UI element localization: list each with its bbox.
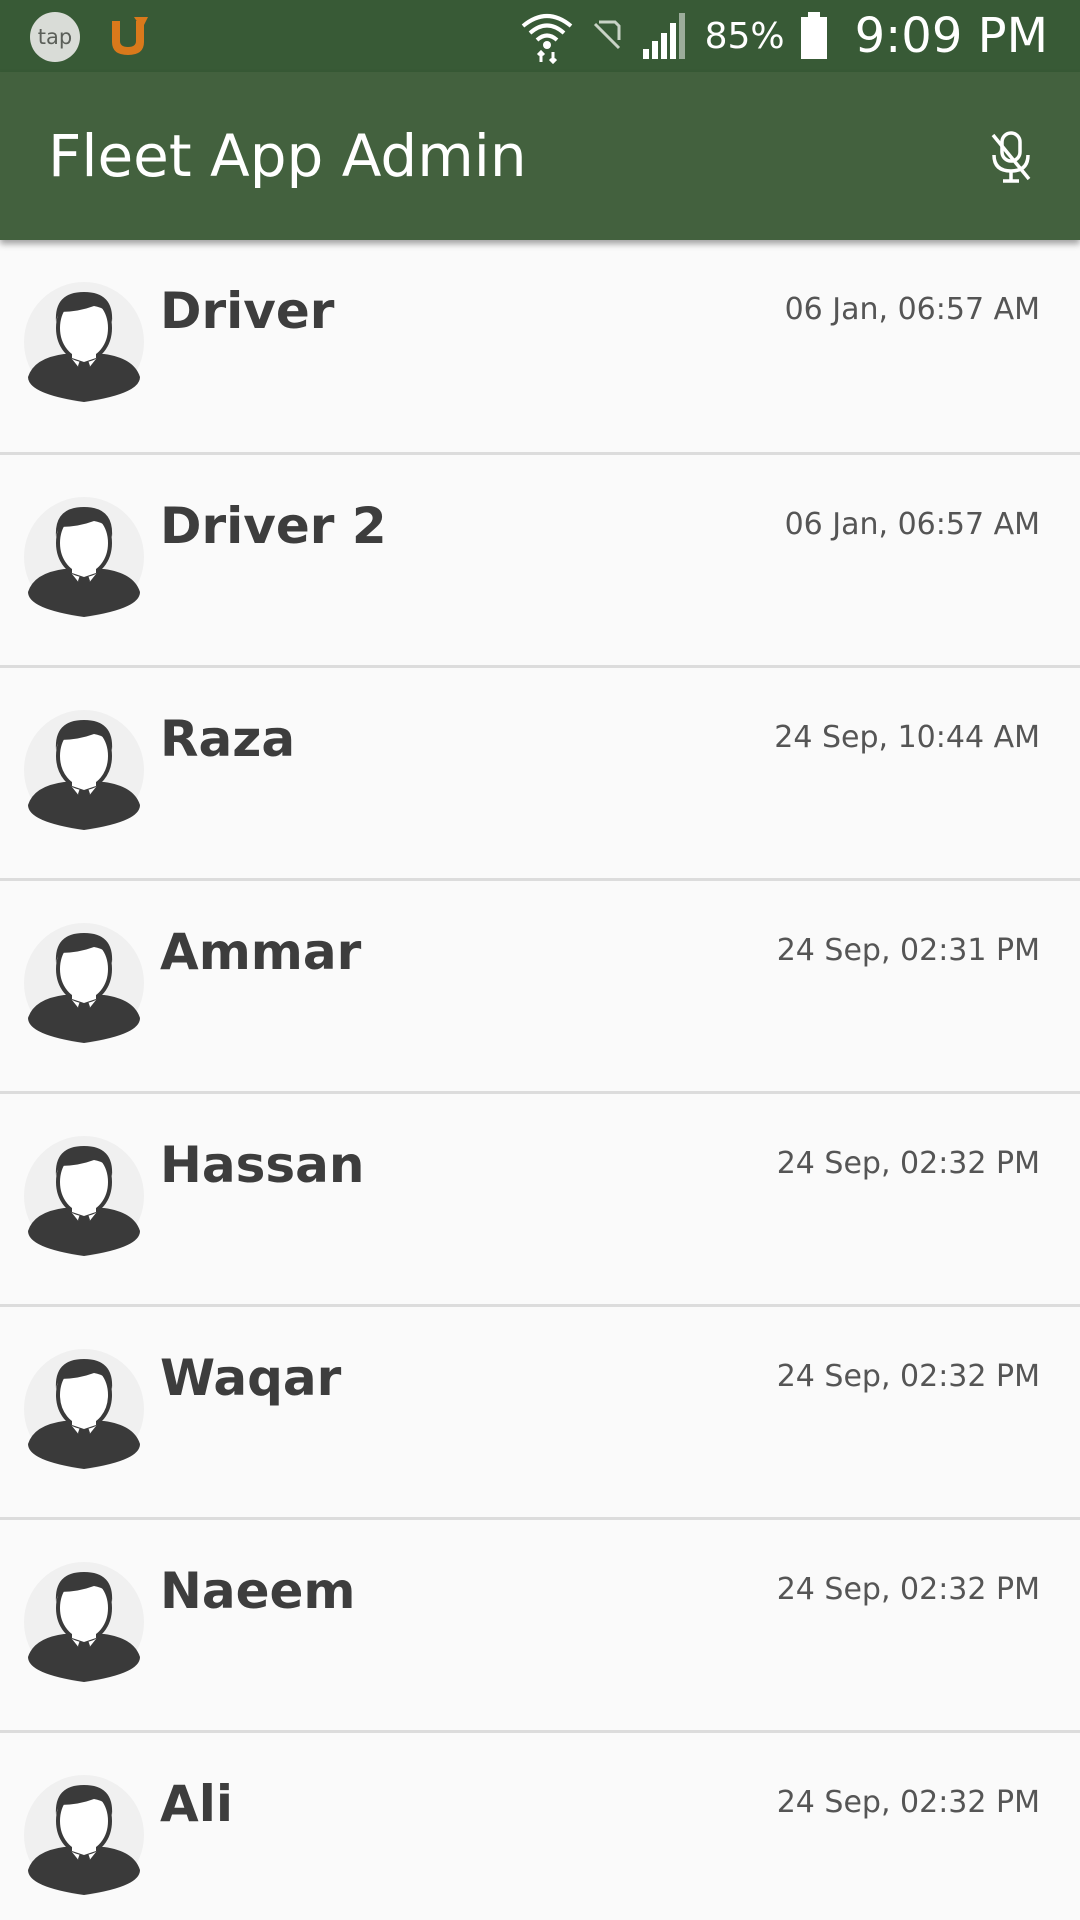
- driver-name: Hassan: [160, 1136, 365, 1194]
- avatar-icon: [24, 497, 144, 617]
- driver-time: 24 Sep, 02:32 PM: [776, 1785, 1040, 1820]
- signal-icon: [642, 13, 685, 59]
- driver-time: 24 Sep, 02:31 PM: [776, 933, 1040, 968]
- driver-row[interactable]: Ammar 24 Sep, 02:31 PM: [0, 881, 1080, 1094]
- tap-app-icon: tap: [30, 12, 80, 62]
- driver-row[interactable]: Raza 24 Sep, 10:44 AM: [0, 668, 1080, 881]
- driver-list: Driver 06 Jan, 06:57 AM Driver 2 06 Jan,…: [0, 240, 1080, 1920]
- clock: 9:09 PM: [854, 8, 1048, 64]
- u-app-icon: [112, 17, 148, 55]
- driver-time: 24 Sep, 10:44 AM: [774, 720, 1040, 755]
- driver-row[interactable]: Hassan 24 Sep, 02:32 PM: [0, 1094, 1080, 1307]
- driver-name: Driver 2: [160, 497, 387, 555]
- avatar-icon: [24, 1136, 144, 1256]
- driver-time: 06 Jan, 06:57 AM: [784, 292, 1040, 327]
- status-right: 85% 9:09 PM: [519, 0, 1048, 72]
- driver-row[interactable]: Waqar 24 Sep, 02:32 PM: [0, 1307, 1080, 1520]
- driver-time: 24 Sep, 02:32 PM: [776, 1359, 1040, 1394]
- driver-time: 24 Sep, 02:32 PM: [776, 1146, 1040, 1181]
- mic-off-button[interactable]: [976, 122, 1046, 192]
- status-bar: tap 85% 9:09 PM: [0, 0, 1080, 72]
- avatar-icon: [24, 1775, 144, 1895]
- status-left: tap: [30, 12, 152, 62]
- mic-off-icon: [991, 131, 1031, 183]
- avatar-icon: [24, 1562, 144, 1682]
- driver-name: Raza: [160, 710, 296, 768]
- driver-time: 06 Jan, 06:57 AM: [784, 507, 1040, 542]
- driver-time: 24 Sep, 02:32 PM: [776, 1572, 1040, 1607]
- avatar-icon: [24, 282, 144, 402]
- driver-name: Naeem: [160, 1562, 356, 1620]
- no-sim-icon: [593, 20, 621, 50]
- driver-name: Waqar: [160, 1349, 342, 1407]
- battery-percent: 85%: [704, 15, 785, 57]
- driver-row[interactable]: Driver 2 06 Jan, 06:57 AM: [0, 455, 1080, 668]
- screen: tap 85% 9:09 PM Fleet App Admin Driver 0…: [0, 0, 1080, 1920]
- driver-row[interactable]: Ali 24 Sep, 02:32 PM: [0, 1733, 1080, 1920]
- wifi-icon: [521, 14, 572, 64]
- battery-icon: [800, 12, 827, 59]
- driver-row[interactable]: Naeem 24 Sep, 02:32 PM: [0, 1520, 1080, 1733]
- avatar-icon: [24, 710, 144, 830]
- driver-name: Ali: [160, 1775, 233, 1833]
- tap-label: tap: [37, 25, 73, 49]
- app-title: Fleet App Admin: [48, 122, 527, 190]
- app-bar: Fleet App Admin: [0, 72, 1080, 240]
- avatar-icon: [24, 1349, 144, 1469]
- driver-name: Driver: [160, 282, 335, 340]
- driver-row[interactable]: Driver 06 Jan, 06:57 AM: [0, 240, 1080, 455]
- avatar-icon: [24, 923, 144, 1043]
- driver-name: Ammar: [160, 923, 362, 981]
